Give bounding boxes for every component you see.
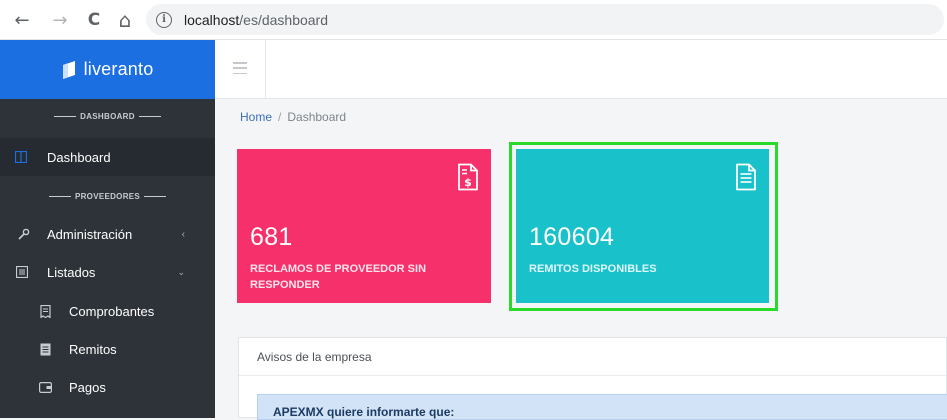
chevron-left-icon: ‹ — [181, 228, 185, 240]
company-notices-panel: Avisos de la empresa APEXMX quiere infor… — [238, 337, 947, 420]
browser-toolbar: ← → C ⌂ i localhost/es/dashboard — [0, 0, 947, 40]
address-bar[interactable]: i localhost/es/dashboard — [146, 4, 944, 35]
invoice-dollar-icon: $ — [458, 163, 478, 191]
document-icon — [38, 342, 52, 356]
sidebar-item-label: Dashboard — [47, 149, 111, 165]
header-divider — [265, 40, 266, 99]
highlight-outline — [509, 142, 778, 311]
site-info-icon[interactable]: i — [156, 11, 172, 28]
sidebar-item-label: Comprobantes — [69, 303, 155, 319]
sidebar-item-dashboard[interactable]: Dashboard — [0, 138, 215, 176]
url-text[interactable]: localhost/es/dashboard — [184, 12, 328, 28]
panel-title: Avisos de la empresa — [257, 350, 372, 364]
top-header — [215, 40, 947, 99]
notice-text: APEXMX quiere informarte que: — [273, 405, 455, 419]
breadcrumb: Home / Dashboard — [240, 110, 346, 124]
hamburger-menu-icon[interactable] — [233, 62, 247, 74]
sidebar-item-remitos[interactable]: Remitos — [0, 330, 215, 368]
url-path: /es/dashboard — [239, 11, 328, 28]
sidebar-item-pagos[interactable]: Pagos — [0, 368, 215, 406]
receipt-icon — [38, 304, 52, 318]
breadcrumb-home-link[interactable]: Home — [240, 110, 272, 124]
back-arrow-icon[interactable]: ← — [10, 8, 34, 32]
url-host: localhost — [184, 11, 240, 28]
sidebar-item-comprobantes[interactable]: Comprobantes — [0, 292, 215, 330]
breadcrumb-separator: / — [278, 110, 282, 124]
columns-icon — [14, 150, 28, 164]
card-reclamos[interactable]: $ 681 RECLAMOS DE PROVEEDOR SIN RESPONDE… — [237, 149, 491, 303]
breadcrumb-current: Dashboard — [287, 110, 347, 124]
sidebar-item-label: Listados — [47, 264, 96, 280]
card-number: 681 — [250, 223, 293, 251]
sidebar-item-label: Pagos — [69, 379, 106, 395]
section-title-proveedores: PROVEEDORES — [0, 192, 215, 201]
sidebar-item-administracion[interactable]: Administración ‹ — [0, 215, 215, 253]
wrench-icon — [16, 227, 30, 241]
chevron-down-icon: ⌄ — [177, 266, 185, 277]
forward-arrow-icon[interactable]: → — [48, 8, 72, 32]
sidebar-item-label: Remitos — [69, 341, 117, 357]
list-icon — [15, 265, 29, 279]
section-title-dashboard: DASHBOARD — [0, 112, 215, 121]
sidebar-item-label: Administración — [47, 226, 133, 242]
reload-icon[interactable]: C — [82, 8, 106, 32]
wallet-icon — [38, 380, 52, 394]
svg-text:$: $ — [464, 176, 472, 189]
sidebar: liveranto DASHBOARD Dashboard PROVEEDORE… — [0, 40, 215, 418]
brand-name: liveranto — [83, 59, 154, 79]
brand-logo-area[interactable]: liveranto — [0, 40, 215, 99]
home-icon[interactable]: ⌂ — [113, 8, 137, 32]
panel-header: Avisos de la empresa — [239, 338, 946, 376]
card-label: RECLAMOS DE PROVEEDOR SIN RESPONDER — [250, 263, 427, 291]
brand-logo-icon — [62, 60, 75, 79]
sidebar-item-listados[interactable]: Listados ⌄ — [0, 253, 215, 291]
notice-alert: APEXMX quiere informarte que: — [257, 394, 947, 420]
